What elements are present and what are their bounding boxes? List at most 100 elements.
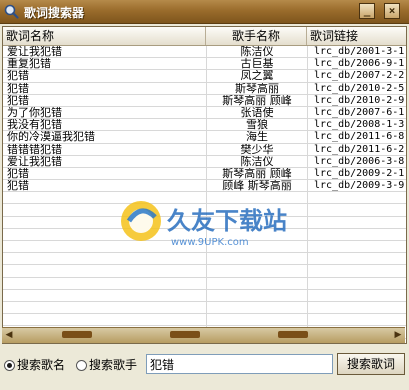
table-row[interactable]: 犯错 斯琴高丽 顾峰lrc_db/2009-2-1... bbox=[3, 167, 406, 181]
song-cell: 犯错 bbox=[7, 167, 29, 180]
scroll-thumb-segment[interactable] bbox=[170, 331, 200, 338]
singer-cell: 斯琴高丽 顾峰 bbox=[206, 167, 307, 180]
search-lyrics-button[interactable]: 搜索歌词 bbox=[337, 353, 405, 375]
column-divider bbox=[206, 216, 207, 228]
column-divider bbox=[206, 241, 207, 253]
song-cell: 错错错犯错 bbox=[7, 143, 62, 156]
column-divider bbox=[307, 192, 308, 204]
table-row[interactable]: 我没有犯错 雪狼lrc_db/2008-1-3... bbox=[3, 119, 406, 132]
empty-row bbox=[3, 204, 406, 217]
scroll-left-arrow-icon[interactable]: ◀ bbox=[3, 329, 15, 341]
table-row[interactable]: 爱让我犯错 陈洁仪lrc_db/2006-3-8... bbox=[3, 155, 406, 168]
link-cell: lrc_db/2010-2-9... bbox=[307, 94, 406, 107]
song-cell: 重复犯错 bbox=[7, 58, 51, 71]
column-divider bbox=[307, 204, 308, 216]
column-divider bbox=[307, 277, 308, 289]
link-cell: lrc_db/2009-2-1... bbox=[307, 167, 406, 180]
singer-cell: 古巨基 bbox=[206, 58, 307, 71]
table-row[interactable]: 犯错 斯琴高丽lrc_db/2010-2-5... bbox=[3, 82, 406, 95]
empty-row bbox=[3, 265, 406, 278]
song-cell: 犯错 bbox=[7, 180, 29, 193]
song-cell: 我没有犯错 bbox=[7, 119, 62, 132]
column-divider bbox=[206, 289, 207, 301]
radio-unselected-icon[interactable] bbox=[76, 360, 87, 371]
column-divider bbox=[307, 289, 308, 301]
empty-row bbox=[3, 253, 406, 266]
table-row[interactable]: 为了你犯错 张语使lrc_db/2007-6-1... bbox=[3, 106, 406, 120]
empty-row bbox=[3, 301, 406, 315]
empty-row bbox=[3, 216, 406, 229]
column-divider bbox=[206, 314, 207, 326]
link-cell: lrc_db/2009-3-9... bbox=[307, 180, 406, 193]
link-cell: lrc_db/2008-1-3... bbox=[307, 119, 406, 132]
column-divider bbox=[307, 314, 308, 326]
singer-cell: 斯琴高丽 顾峰 bbox=[206, 94, 307, 107]
scroll-thumb-segment[interactable] bbox=[278, 331, 308, 338]
scroll-thumb[interactable] bbox=[62, 331, 92, 338]
singer-cell: 雪狼 bbox=[206, 119, 307, 132]
song-cell: 犯错 bbox=[7, 70, 29, 83]
link-cell: lrc_db/2007-6-1... bbox=[307, 106, 406, 119]
singer-cell: 海生 bbox=[206, 131, 307, 144]
column-header-singer[interactable]: 歌手名称 bbox=[206, 27, 307, 45]
column-divider bbox=[307, 241, 308, 253]
empty-row bbox=[3, 289, 406, 302]
search-bar: 搜索歌名 搜索歌手 搜索歌词 bbox=[0, 346, 409, 390]
search-input[interactable] bbox=[146, 354, 333, 374]
link-cell: lrc_db/2010-2-5... bbox=[307, 82, 406, 95]
song-cell: 为了你犯错 bbox=[7, 106, 62, 119]
link-cell: lrc_db/2007-2-2... bbox=[307, 70, 406, 83]
link-cell: lrc_db/2001-3-1... bbox=[307, 46, 406, 58]
empty-row bbox=[3, 241, 406, 254]
link-cell: lrc_db/2011-6-8... bbox=[307, 131, 406, 144]
singer-cell: 顾峰 斯琴高丽 bbox=[206, 180, 307, 193]
table-row[interactable]: 犯错 凤之翼lrc_db/2007-2-2... bbox=[3, 70, 406, 83]
empty-row bbox=[3, 192, 406, 205]
results-table[interactable]: 歌词名称 歌手名称 歌词链接 爱让我犯错陈洁仪lrc_db/2001-3-1..… bbox=[2, 26, 407, 344]
column-header-link[interactable]: 歌词链接 bbox=[307, 27, 406, 45]
table-row[interactable]: 爱让我犯错 陈洁仪lrc_db/2001-3-1... bbox=[3, 46, 406, 59]
table-row[interactable]: 错错错犯错 樊少华lrc_db/2011-6-2... bbox=[3, 143, 406, 156]
radio-selected-icon[interactable] bbox=[4, 360, 15, 371]
column-header-song[interactable]: 歌词名称 bbox=[3, 27, 206, 45]
column-divider bbox=[206, 277, 207, 289]
close-button[interactable]: × bbox=[384, 3, 400, 19]
table-row[interactable]: 重复犯错 古巨基lrc_db/2006-9-1... bbox=[3, 58, 406, 71]
link-cell: lrc_db/2006-3-8... bbox=[307, 155, 406, 168]
link-cell: lrc_db/2011-6-2... bbox=[307, 143, 406, 156]
song-cell: 你的冷漠逼我犯错 bbox=[7, 131, 95, 144]
singer-cell: 斯琴高丽 bbox=[206, 82, 307, 95]
column-divider bbox=[307, 253, 308, 265]
table-row[interactable]: 犯错 顾峰 斯琴高丽lrc_db/2009-3-9... bbox=[3, 180, 406, 193]
column-divider bbox=[307, 301, 308, 314]
singer-cell: 陈洁仪 bbox=[206, 155, 307, 168]
song-cell: 爱让我犯错 bbox=[7, 155, 62, 168]
scroll-right-arrow-icon[interactable]: ▶ bbox=[392, 329, 404, 341]
column-divider bbox=[206, 204, 207, 216]
horizontal-scrollbar[interactable]: ◀ ▶ bbox=[2, 327, 405, 343]
song-cell: 爱让我犯错 bbox=[7, 46, 62, 58]
column-divider bbox=[206, 192, 207, 204]
column-divider bbox=[307, 228, 308, 240]
minimize-button[interactable]: _ bbox=[359, 3, 375, 19]
radio-search-singer-label: 搜索歌手 bbox=[89, 358, 138, 372]
link-cell: lrc_db/2006-9-1... bbox=[307, 58, 406, 71]
song-cell: 犯错 bbox=[7, 82, 29, 95]
column-divider bbox=[206, 265, 207, 277]
singer-cell: 凤之翼 bbox=[206, 70, 307, 83]
radio-search-singer[interactable]: 搜索歌手 bbox=[76, 357, 137, 373]
search-app-icon bbox=[4, 4, 19, 19]
singer-cell: 张语使 bbox=[206, 106, 307, 119]
window-title: 歌词搜索器 bbox=[24, 6, 85, 20]
empty-row bbox=[3, 228, 406, 241]
empty-row bbox=[3, 314, 406, 327]
column-divider bbox=[206, 228, 207, 240]
radio-search-song[interactable]: 搜索歌名 bbox=[4, 357, 65, 373]
singer-cell: 樊少华 bbox=[206, 143, 307, 156]
table-header: 歌词名称 歌手名称 歌词链接 bbox=[3, 27, 406, 46]
table-row[interactable]: 犯错 斯琴高丽 顾峰lrc_db/2010-2-9... bbox=[3, 94, 406, 107]
singer-cell: 陈洁仪 bbox=[206, 46, 307, 58]
empty-row bbox=[3, 277, 406, 290]
column-divider bbox=[206, 301, 207, 314]
table-row[interactable]: 你的冷漠逼我犯错 海生lrc_db/2011-6-8... bbox=[3, 131, 406, 144]
